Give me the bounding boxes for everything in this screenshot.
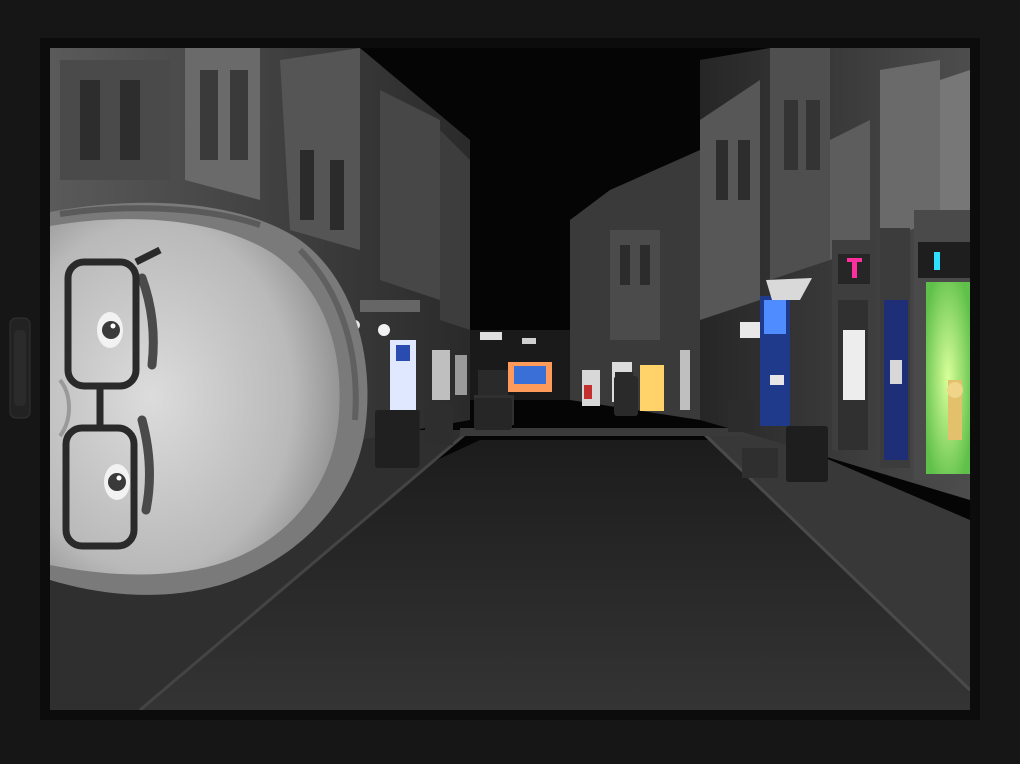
window-handle [9, 317, 31, 419]
night-street-scene [0, 0, 1020, 764]
photo-frame [0, 0, 1020, 764]
